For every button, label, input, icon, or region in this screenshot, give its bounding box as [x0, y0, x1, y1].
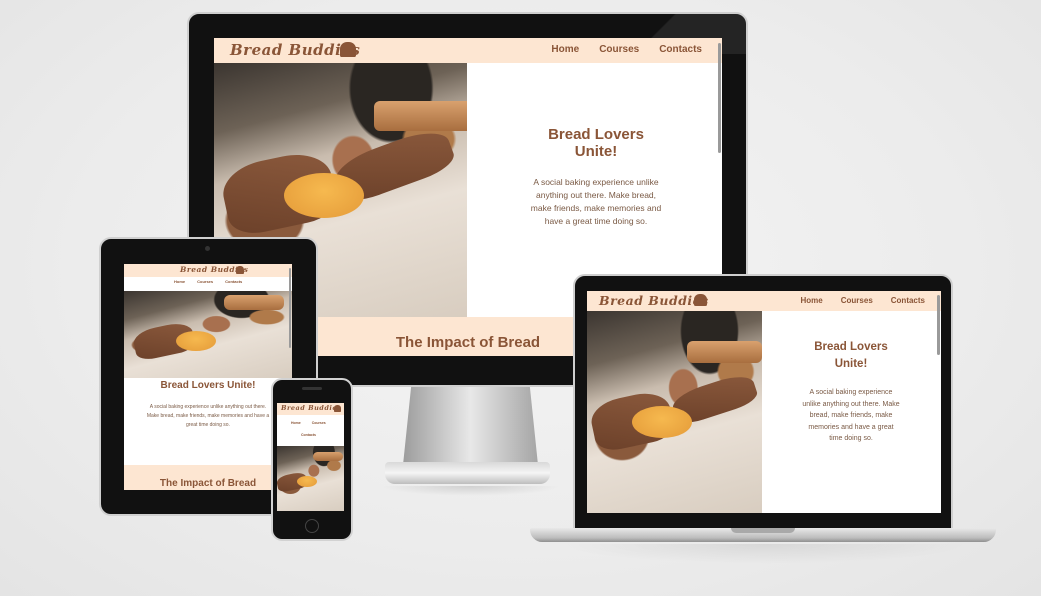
- hero-text: Bread Lovers Unite! A social baking expe…: [801, 339, 901, 445]
- navbar: Bread Buddies: [277, 403, 344, 415]
- phone-home-button[interactable]: [305, 519, 319, 533]
- hero-image: [277, 446, 344, 511]
- navbar: Bread Buddies Home Courses Contacts: [587, 291, 941, 311]
- nav-links: Home Courses: [291, 421, 326, 425]
- impact-title: The Impact of Bread: [159, 478, 257, 489]
- hero-paragraph: A social baking experience unlike anythi…: [802, 389, 900, 442]
- bread-icon: [694, 294, 707, 306]
- laptop-notch: [731, 528, 795, 533]
- nav-links: Home Courses Contacts: [551, 44, 702, 55]
- nav-home[interactable]: Home: [801, 296, 823, 305]
- nav-contacts[interactable]: Contacts: [891, 296, 925, 305]
- nav-contacts[interactable]: Contacts: [301, 433, 316, 437]
- bread-icon: [236, 266, 244, 274]
- scrollbar[interactable]: [937, 295, 940, 355]
- bread-icon: [340, 42, 356, 57]
- nav-courses[interactable]: Courses: [197, 279, 213, 284]
- hero-title: Bread Lovers Unite!: [160, 380, 256, 391]
- nav-courses[interactable]: Courses: [599, 44, 639, 55]
- hero-text: Bread Lovers Unite! A social baking expe…: [527, 126, 665, 228]
- logo[interactable]: Bread Buddies: [599, 293, 709, 308]
- monitor-stand-base: [385, 462, 550, 484]
- hero-image: [587, 311, 762, 513]
- floor-reflection: [380, 486, 560, 496]
- logo[interactable]: Bread Buddies: [281, 404, 341, 412]
- navbar: Bread Buddies Home Courses Contacts: [214, 38, 722, 63]
- hero-title-line1: Bread Lovers: [814, 341, 888, 353]
- tablet-screen: Bread Buddies Home Courses Contacts Brea…: [124, 264, 292, 490]
- nav-courses[interactable]: Courses: [312, 421, 326, 425]
- hero-title: Bread Lovers Unite!: [548, 126, 644, 160]
- nav-home[interactable]: Home: [174, 279, 185, 284]
- nav-contacts[interactable]: Contacts: [659, 44, 702, 55]
- hero-image: [124, 291, 292, 378]
- monitor-stand-neck: [403, 387, 538, 465]
- nav-links: Home Courses Contacts: [801, 296, 925, 305]
- tablet-camera: [205, 246, 210, 251]
- nav-courses[interactable]: Courses: [841, 296, 873, 305]
- phone-speaker: [302, 387, 322, 390]
- phone-screen: Bread Buddies Home Courses Contacts: [277, 403, 344, 511]
- impact-section: The Impact of Bread: [124, 465, 292, 490]
- hero-text: Bread Lovers Unite! A social baking expe…: [144, 380, 272, 430]
- impact-title: The Impact of Bread: [395, 334, 541, 351]
- nav-home[interactable]: Home: [551, 44, 579, 55]
- nav-links-row2: Contacts: [301, 433, 316, 437]
- scrollbar[interactable]: [718, 43, 721, 153]
- bread-icon: [334, 405, 341, 412]
- nav-contacts[interactable]: Contacts: [225, 279, 242, 284]
- navbar: Bread Buddies: [124, 264, 292, 277]
- nav-links: Home Courses Contacts: [174, 279, 242, 284]
- hero-title-line2: Unite!: [834, 358, 868, 370]
- scrollbar[interactable]: [289, 268, 291, 348]
- floor-reflection-laptop: [560, 544, 970, 564]
- hero-paragraph: A social baking experience unlike anythi…: [530, 177, 662, 226]
- laptop-screen: Bread Buddies Home Courses Contacts Brea…: [587, 291, 941, 513]
- hero-paragraph: A social baking experience unlike anythi…: [146, 404, 270, 428]
- nav-home[interactable]: Home: [291, 421, 301, 425]
